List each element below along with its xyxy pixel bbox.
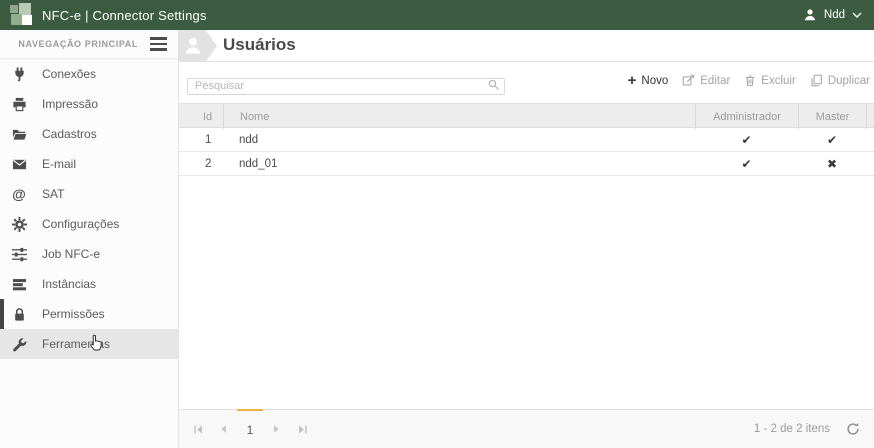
search-input[interactable] — [187, 77, 505, 95]
active-indicator — [0, 299, 4, 329]
new-button-label: Novo — [641, 74, 669, 87]
sidebar-item-permissoes[interactable]: Permissões — [0, 299, 178, 329]
last-page-button[interactable] — [289, 410, 315, 448]
cell-id: 2 — [205, 157, 212, 170]
sidebar-item-label: Conexões — [42, 67, 97, 81]
check-icon: ✔ — [741, 156, 752, 171]
app-title: NFC-e | Connector Settings — [42, 7, 207, 23]
edit-button-label: Editar — [700, 74, 731, 87]
printer-icon — [11, 96, 27, 112]
main-content: Usuários + Novo Editar — [179, 30, 874, 448]
check-icon: ✔ — [741, 132, 752, 147]
page-title: Usuários — [223, 35, 296, 54]
column-header-id[interactable]: Id — [179, 104, 223, 129]
pager-items-info: 1 - 2 de 2 itens — [753, 423, 830, 435]
cell-id: 1 — [205, 133, 212, 146]
lock-icon — [11, 306, 27, 322]
sidebar-item-label: Job NFC-e — [42, 247, 101, 261]
column-header-nome[interactable]: Nome — [223, 104, 695, 129]
user-name-label: Ndd — [823, 9, 845, 21]
folder-icon — [11, 126, 27, 142]
sidebar-item-cadastros[interactable]: Cadastros — [0, 119, 178, 149]
sidebar-item-impressao[interactable]: Impressão — [0, 89, 178, 119]
sidebar-nav: Conexões Impressão Cadastros E-mail @ SA… — [0, 59, 178, 359]
trash-icon — [744, 74, 756, 87]
table-row[interactable]: 2 ndd_01 ✔ ✖ — [179, 152, 874, 176]
cell-nome: ndd_01 — [239, 157, 278, 170]
duplicate-button[interactable]: Duplicar — [810, 74, 870, 87]
sidebar-item-instancias[interactable]: Instâncias — [0, 269, 178, 299]
refresh-icon[interactable] — [846, 410, 860, 448]
user-icon — [803, 8, 817, 22]
gear-icon — [11, 216, 27, 232]
sidebar-item-label: Ferramentas — [42, 337, 111, 351]
column-header-spacer — [866, 104, 874, 129]
search-box — [187, 76, 505, 96]
page-number-current[interactable]: 1 — [237, 409, 263, 448]
next-page-button[interactable] — [263, 410, 289, 448]
stack-icon — [11, 276, 27, 292]
sliders-icon — [11, 246, 27, 262]
at-icon: @ — [12, 186, 26, 202]
previous-page-button[interactable] — [211, 410, 237, 448]
nav-header-label: NAVEGAÇÃO PRINCIPAL — [18, 39, 138, 49]
page-title-bar: Usuários — [179, 30, 874, 62]
sidebar: NAVEGAÇÃO PRINCIPAL Conexões Impressão C… — [0, 30, 179, 448]
edit-button[interactable]: Editar — [682, 74, 730, 87]
app-header: NFC-e | Connector Settings Ndd — [0, 0, 874, 30]
sidebar-item-sat[interactable]: @ SAT — [0, 179, 178, 209]
delete-button[interactable]: Excluir — [744, 74, 796, 87]
plus-icon: + — [627, 72, 637, 89]
delete-button-label: Excluir — [761, 74, 796, 87]
sidebar-item-job-nfce[interactable]: Job NFC-e — [0, 239, 178, 269]
user-menu[interactable]: Ndd — [803, 8, 862, 22]
menu-icon[interactable] — [150, 35, 167, 53]
edit-icon — [682, 74, 695, 87]
sidebar-item-label: SAT — [42, 187, 65, 201]
first-page-button[interactable] — [185, 410, 211, 448]
toolbar-actions: + Novo Editar Excluir Duplicar — [627, 72, 870, 89]
users-page-icon — [179, 30, 217, 62]
sidebar-item-label: Impressão — [42, 97, 99, 111]
plug-icon — [11, 66, 27, 82]
new-button[interactable]: + Novo — [627, 72, 669, 89]
chevron-down-icon — [852, 12, 862, 19]
sidebar-nav-header: NAVEGAÇÃO PRINCIPAL — [0, 30, 178, 59]
pager-spacer — [315, 410, 754, 448]
duplicate-button-label: Duplicar — [827, 74, 870, 87]
sidebar-item-conexoes[interactable]: Conexões — [0, 59, 178, 89]
ndd-logo-icon — [10, 3, 34, 27]
check-icon: ✔ — [826, 132, 838, 147]
column-header-master[interactable]: Master — [798, 104, 866, 129]
table-header-row: Id Nome Administrador Master — [179, 103, 874, 129]
pager: 1 1 - 2 de 2 itens — [179, 409, 874, 448]
toolbar: + Novo Editar Excluir — [179, 70, 874, 102]
sidebar-item-label: Instâncias — [42, 277, 97, 291]
sidebar-item-ferramentas[interactable]: Ferramentas — [0, 329, 178, 359]
sidebar-item-configuracoes[interactable]: Configurações — [0, 209, 178, 239]
copy-icon — [810, 74, 823, 87]
app-window: NFC-e | Connector Settings Ndd NAVEGAÇÃO… — [0, 0, 874, 448]
search-icon — [487, 78, 500, 96]
cell-nome: ndd — [239, 133, 259, 146]
column-header-administrador[interactable]: Administrador — [695, 104, 798, 129]
cross-icon: ✖ — [826, 156, 838, 171]
sidebar-item-label: Permissões — [42, 307, 105, 321]
sidebar-item-label: Configurações — [42, 217, 120, 231]
users-table: Id Nome Administrador Master 1 ndd ✔ ✔ 2… — [179, 103, 874, 176]
envelope-icon — [11, 156, 27, 172]
sidebar-item-label: E-mail — [42, 157, 77, 171]
table-row[interactable]: 1 ndd ✔ ✔ — [179, 128, 874, 152]
sidebar-item-label: Cadastros — [42, 127, 97, 141]
wrench-icon — [11, 336, 27, 352]
sidebar-item-email[interactable]: E-mail — [0, 149, 178, 179]
